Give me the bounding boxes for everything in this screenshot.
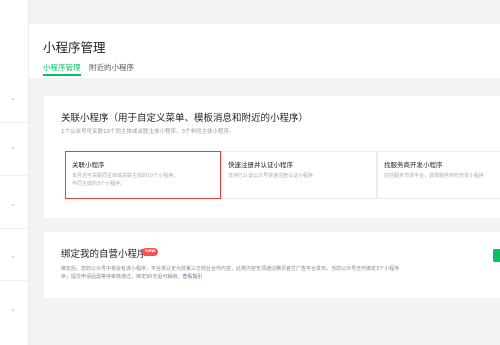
chevron-down-icon[interactable]: ⌄ bbox=[6, 92, 20, 104]
description-line: 绑定后，您的公众号中将会有该小程序，平台将认定为非第三方商业合作内容，此类内容无… bbox=[61, 266, 400, 272]
tab-nearby-miniprograms[interactable]: 附近的小程序 bbox=[89, 62, 134, 74]
link-miniprogram-card: 关联小程序（用于自定义菜单、模板消息和附近的小程序） 1个公众号可关联10个同主… bbox=[44, 96, 500, 218]
option-desc-line: 本月还可关联同主体或关联主体的10个小程序， bbox=[72, 173, 179, 179]
option-title: 快速注册并认证小程序 bbox=[228, 161, 293, 169]
sidebar-divider bbox=[0, 280, 28, 281]
card-title: 关联小程序（用于自定义菜单、模板消息和附近的小程序） bbox=[61, 113, 309, 124]
option-title: 关联小程序 bbox=[72, 161, 105, 169]
chevron-down-icon[interactable]: ⌄ bbox=[6, 250, 20, 262]
chevron-down-icon[interactable]: ⌄ bbox=[6, 198, 20, 210]
new-badge: new bbox=[142, 248, 159, 256]
card-description: 绑定后，您的公众号中将会有该小程序，平台将认定为非第三方商业合作内容，此类内容无… bbox=[61, 265, 491, 281]
option-desc-line: 支持已认证公众号快速注册认证小程序 bbox=[228, 173, 314, 179]
page-title: 小程序管理 bbox=[43, 40, 106, 55]
option-desc-line: 前往服务市场平台，选择服务商代开发小程序 bbox=[384, 173, 485, 179]
left-sidebar: ⌄ ⌃ ⌄ ⌄ ⌄ bbox=[0, 0, 29, 345]
option-title: 找服务商开发小程序 bbox=[384, 161, 443, 169]
bind-button[interactable] bbox=[493, 249, 500, 262]
description-line: 序，提交申请后需等待审核通过。绑定90天后可解绑。查看指引 bbox=[61, 273, 491, 281]
option-description: 本月还可关联同主体或关联主体的10个小程序， 不同主体的3个小程序。 bbox=[72, 172, 178, 188]
option-description: 支持已认证公众号快速注册认证小程序 bbox=[228, 172, 313, 180]
chevron-up-icon[interactable]: ⌃ bbox=[6, 145, 20, 157]
sidebar-divider bbox=[0, 122, 28, 123]
card-title: 绑定我的自营小程序 bbox=[61, 249, 147, 260]
tab-miniprogram-management[interactable]: 小程序管理 bbox=[43, 62, 81, 76]
option-find-provider[interactable]: 找服务商开发小程序 前往服务市场平台，选择服务商代开发小程序 bbox=[377, 151, 500, 199]
page-header: 小程序管理 小程序管理 附近的小程序 bbox=[29, 24, 500, 78]
bind-own-miniprogram-card: 绑定我的自营小程序 new 绑定后，您的公众号中将会有该小程序，平台将认定为非第… bbox=[44, 232, 500, 298]
option-quick-register[interactable]: 快速注册并认证小程序 支持已认证公众号快速注册认证小程序 bbox=[221, 151, 377, 199]
option-desc-line: 不同主体的3个小程序。 bbox=[72, 181, 126, 187]
sidebar-divider bbox=[0, 175, 28, 176]
description-text: 序，提交申请后需等待审核通过。绑定90天后可解绑。 bbox=[61, 274, 183, 280]
sidebar-divider bbox=[0, 228, 28, 229]
chevron-down-icon[interactable]: ⌄ bbox=[6, 303, 20, 315]
option-description: 前往服务市场平台，选择服务商代开发小程序 bbox=[384, 172, 484, 180]
view-guide-link[interactable]: 查看指引 bbox=[182, 274, 202, 280]
option-link-miniprogram[interactable]: 关联小程序 本月还可关联同主体或关联主体的10个小程序， 不同主体的3个小程序。 bbox=[65, 151, 221, 199]
card-subtitle: 1个公众号可关联10个同主体或关联主体小程序，3个非同主体小程序。 bbox=[61, 129, 235, 135]
